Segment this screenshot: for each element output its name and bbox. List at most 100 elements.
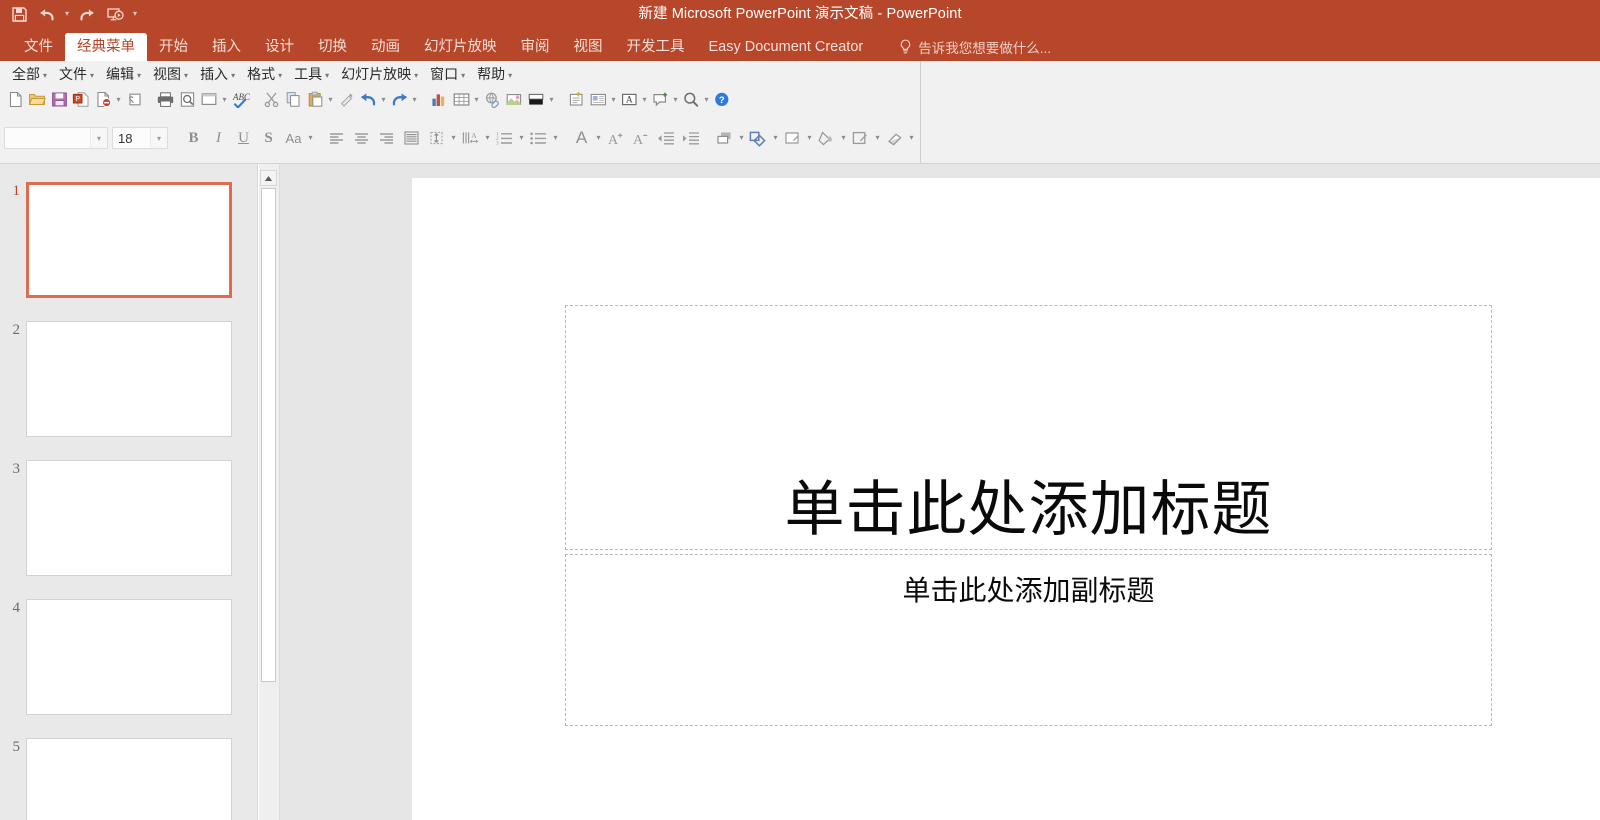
tab-review[interactable]: 审阅	[509, 33, 562, 61]
slide-layout-dropdown-icon[interactable]: ▾	[220, 89, 229, 111]
line-color-button[interactable]	[848, 126, 873, 150]
redo-icon[interactable]	[74, 2, 100, 26]
new-slide-icon[interactable]	[565, 89, 587, 111]
start-slideshow-icon[interactable]	[102, 2, 128, 26]
increase-indent-button[interactable]	[678, 126, 703, 150]
zoom-dropdown-icon[interactable]: ▾	[702, 89, 711, 111]
change-case-dropdown-icon[interactable]: ▾	[306, 127, 315, 149]
tab-file[interactable]: 文件	[12, 33, 65, 61]
font-size-value[interactable]: 18	[113, 131, 150, 146]
tab-design[interactable]: 设计	[253, 33, 306, 61]
subtitle-placeholder[interactable]: 单击此处添加副标题	[565, 554, 1492, 726]
tab-classic-menu[interactable]: 经典菜单	[65, 33, 147, 61]
insert-table-icon[interactable]	[450, 89, 472, 111]
tab-slideshow[interactable]: 幻灯片放映	[412, 33, 509, 61]
save-icon[interactable]	[6, 2, 32, 26]
decrease-indent-button[interactable]	[653, 126, 678, 150]
publish-dropdown-icon[interactable]: ▾	[114, 89, 123, 111]
print-preview-icon[interactable]	[176, 89, 198, 111]
tab-insert[interactable]: 插入	[200, 33, 253, 61]
shapes-dropdown-icon[interactable]: ▾	[771, 127, 780, 149]
insert-comment-dropdown-icon[interactable]: ▾	[671, 89, 680, 111]
cut-scissors-icon[interactable]	[260, 89, 282, 111]
tell-me-search[interactable]: 告诉我您想要做什么...	[899, 33, 1051, 61]
increase-font-size-button[interactable]: A	[603, 126, 628, 150]
scroll-up-arrow-icon[interactable]	[260, 170, 277, 186]
bulleted-list-dropdown-icon[interactable]: ▾	[551, 127, 560, 149]
text-box-icon[interactable]: A	[618, 89, 640, 111]
format-painter-icon[interactable]	[335, 89, 357, 111]
spelling-check-icon[interactable]: ABC	[229, 89, 251, 111]
insert-hyperlink-icon[interactable]	[481, 89, 503, 111]
line-color-dropdown-icon[interactable]: ▾	[873, 127, 882, 149]
insert-chart-icon[interactable]	[428, 89, 450, 111]
slide-design-icon[interactable]	[525, 89, 547, 111]
tab-view[interactable]: 视图	[562, 33, 615, 61]
slide-thumbnail-4[interactable]: 4	[0, 599, 258, 715]
menu-tools[interactable]: 工具 ▾	[288, 62, 335, 86]
menu-insert[interactable]: 插入 ▾	[194, 62, 241, 86]
tab-developer[interactable]: 开发工具	[615, 33, 697, 61]
arrange-objects-dropdown-icon[interactable]: ▾	[737, 127, 746, 149]
customize-quick-access-icon[interactable]: ▾	[130, 2, 140, 26]
insert-table-dropdown-icon[interactable]: ▾	[472, 89, 481, 111]
new-document-icon[interactable]	[4, 89, 26, 111]
line-spacing-dropdown-icon[interactable]: ▾	[449, 127, 458, 149]
tab-easy-document-creator[interactable]: Easy Document Creator	[697, 33, 876, 61]
shapes-button[interactable]	[746, 126, 771, 150]
redo-dropdown-icon[interactable]: ▾	[410, 89, 419, 111]
shape-effects-button[interactable]	[780, 126, 805, 150]
align-center-button[interactable]	[349, 126, 374, 150]
menu-window[interactable]: 窗口 ▾	[424, 62, 471, 86]
slide-thumbnail-image[interactable]	[26, 460, 232, 576]
attach-email-icon[interactable]	[123, 89, 145, 111]
undo-dropdown-icon[interactable]: ▾	[62, 2, 72, 26]
fill-color-button[interactable]	[814, 126, 839, 150]
save-as-icon[interactable]: P	[70, 89, 92, 111]
fill-color-dropdown-icon[interactable]: ▾	[839, 127, 848, 149]
menu-format[interactable]: 格式 ▾	[241, 62, 288, 86]
change-case-button[interactable]: Aa	[281, 126, 306, 150]
bold-button[interactable]: B	[181, 126, 206, 150]
slide-layout-icon[interactable]	[198, 89, 220, 111]
open-folder-icon[interactable]	[26, 89, 48, 111]
align-left-button[interactable]	[324, 126, 349, 150]
tab-transitions[interactable]: 切换	[306, 33, 359, 61]
thumbnail-pane-scrollbar[interactable]	[259, 164, 280, 820]
font-size-combobox[interactable]: 18 ▾	[112, 127, 168, 149]
insert-comment-icon[interactable]	[649, 89, 671, 111]
slide-thumbnail-3[interactable]: 3	[0, 460, 258, 576]
font-name-combobox[interactable]: ▾	[4, 127, 108, 149]
character-spacing-dropdown-icon[interactable]: ▾	[483, 127, 492, 149]
chevron-down-icon[interactable]: ▾	[90, 128, 107, 148]
slide-thumbnail-2[interactable]: 2	[0, 321, 258, 437]
tab-home[interactable]: 开始	[147, 33, 200, 61]
copy-icon[interactable]	[282, 89, 304, 111]
slide-thumbnail-pane[interactable]: 1 2 3 4 5	[0, 164, 258, 820]
character-spacing-button[interactable]: A	[458, 126, 483, 150]
eraser-dropdown-icon[interactable]: ▾	[907, 127, 916, 149]
slide-thumbnail-image[interactable]	[26, 182, 232, 298]
undo-icon[interactable]	[357, 89, 379, 111]
slide-thumbnail-1[interactable]: 1	[0, 182, 258, 298]
menu-edit[interactable]: 编辑 ▾	[100, 62, 147, 86]
insert-picture-icon[interactable]	[503, 89, 525, 111]
chevron-down-icon[interactable]: ▾	[150, 128, 167, 148]
menu-file[interactable]: 文件 ▾	[53, 62, 100, 86]
align-right-button[interactable]	[374, 126, 399, 150]
text-box-dropdown-icon[interactable]: ▾	[640, 89, 649, 111]
decrease-font-size-button[interactable]: A	[628, 126, 653, 150]
justify-button[interactable]	[399, 126, 424, 150]
menu-all[interactable]: 全部 ▾	[6, 62, 53, 86]
print-icon[interactable]	[154, 89, 176, 111]
line-spacing-button[interactable]	[424, 126, 449, 150]
scrollbar-thumb[interactable]	[261, 188, 276, 682]
shadow-button[interactable]: S	[256, 126, 281, 150]
shape-effects-dropdown-icon[interactable]: ▾	[805, 127, 814, 149]
paste-icon[interactable]	[304, 89, 326, 111]
paste-dropdown-icon[interactable]: ▾	[326, 89, 335, 111]
help-icon[interactable]: ?	[711, 89, 733, 111]
font-color-dropdown-icon[interactable]: ▾	[594, 127, 603, 149]
undo-dropdown-icon[interactable]: ▾	[379, 89, 388, 111]
slide-layout-panel-icon[interactable]	[587, 89, 609, 111]
